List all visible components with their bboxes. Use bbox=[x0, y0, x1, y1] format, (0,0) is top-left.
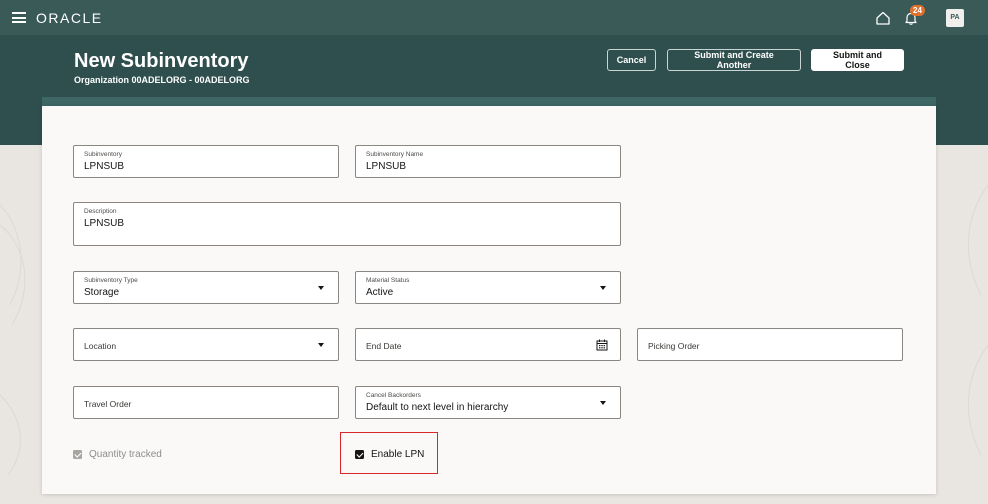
quantity-tracked-checkbox[interactable]: Quantity tracked bbox=[73, 449, 162, 460]
quantity-tracked-label: Quantity tracked bbox=[89, 449, 162, 460]
subinventory-name-value: LPNSUB bbox=[366, 161, 407, 172]
organization-label: Organization 00ADELORG - 00ADELORG bbox=[74, 75, 250, 85]
right-background-texture bbox=[967, 184, 988, 456]
subinventory-type-value: Storage bbox=[84, 287, 120, 298]
oracle-logo[interactable]: ORACLE bbox=[36, 10, 103, 26]
subinventory-label: Subinventory bbox=[84, 151, 122, 158]
picking-order-field[interactable]: Picking Order bbox=[637, 328, 903, 361]
material-status-label: Material Status bbox=[366, 277, 410, 284]
submit-and-create-another-button[interactable]: Submit and Create Another bbox=[667, 49, 801, 71]
end-date-label: End Date bbox=[366, 341, 402, 351]
top-bar: ORACLE 24 PA bbox=[0, 0, 988, 35]
subinventory-field[interactable]: Subinventory LPNSUB bbox=[73, 145, 339, 178]
checkbox-checked-icon[interactable] bbox=[73, 450, 82, 459]
calendar-icon[interactable] bbox=[596, 339, 608, 351]
subinventory-name-label: Subinventory Name bbox=[366, 151, 424, 158]
subinventory-name-field[interactable]: Subinventory Name LPNSUB bbox=[355, 145, 621, 178]
description-field[interactable]: Description LPNSUB bbox=[73, 202, 621, 246]
chevron-down-icon[interactable] bbox=[318, 343, 324, 347]
enable-lpn-highlight-box bbox=[340, 432, 438, 474]
chevron-down-icon[interactable] bbox=[600, 286, 606, 290]
chevron-down-icon[interactable] bbox=[600, 401, 606, 405]
submit-and-close-button[interactable]: Submit and Close bbox=[811, 49, 904, 71]
chevron-down-icon[interactable] bbox=[318, 286, 324, 290]
cancel-button[interactable]: Cancel bbox=[607, 49, 656, 71]
travel-order-field[interactable]: Travel Order bbox=[73, 386, 339, 419]
user-avatar[interactable]: PA bbox=[946, 9, 964, 27]
subinventory-type-select[interactable]: Subinventory Type Storage bbox=[73, 271, 339, 304]
left-background-texture bbox=[0, 204, 26, 476]
home-icon[interactable] bbox=[875, 10, 891, 26]
hamburger-menu-icon[interactable] bbox=[12, 12, 26, 23]
travel-order-label: Travel Order bbox=[84, 399, 132, 409]
page-title: New Subinventory bbox=[74, 50, 249, 72]
location-select[interactable]: Location bbox=[73, 328, 339, 361]
description-label: Description bbox=[84, 208, 117, 215]
subinventory-value: LPNSUB bbox=[84, 161, 125, 172]
cancel-backorders-select[interactable]: Cancel Backorders Default to next level … bbox=[355, 386, 621, 419]
cancel-backorders-label: Cancel Backorders bbox=[366, 392, 421, 399]
end-date-field[interactable]: End Date bbox=[355, 328, 621, 361]
description-value: LPNSUB bbox=[84, 218, 125, 229]
material-status-select[interactable]: Material Status Active bbox=[355, 271, 621, 304]
picking-order-label: Picking Order bbox=[648, 341, 700, 351]
notification-badge: 24 bbox=[910, 5, 925, 16]
subinventory-type-label: Subinventory Type bbox=[84, 277, 138, 284]
location-label: Location bbox=[84, 341, 117, 351]
material-status-value: Active bbox=[366, 287, 394, 298]
cancel-backorders-value: Default to next level in hierarchy bbox=[366, 402, 509, 413]
